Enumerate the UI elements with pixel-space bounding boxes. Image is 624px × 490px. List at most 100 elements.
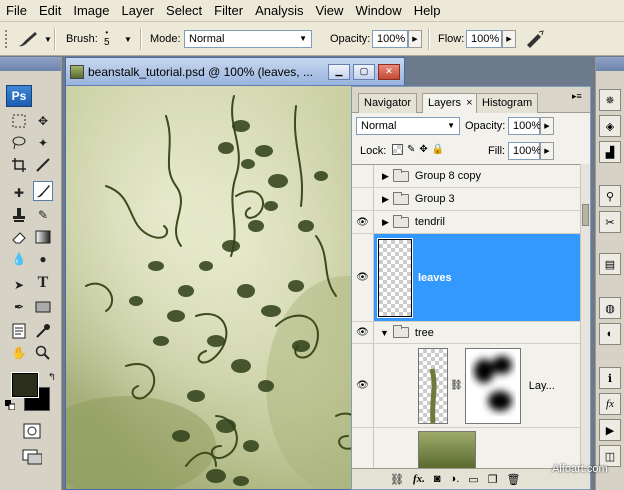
airbrush-toggle[interactable] bbox=[524, 22, 546, 56]
styles-icon[interactable]: fx bbox=[599, 393, 621, 415]
usb-icon[interactable]: ⚲ bbox=[599, 185, 621, 207]
actions-icon[interactable]: ▶ bbox=[599, 419, 621, 441]
layer-row-background[interactable] bbox=[352, 428, 582, 468]
path-selection-tool-icon[interactable]: ➤ bbox=[9, 275, 29, 295]
visibility-toggle[interactable] bbox=[352, 188, 374, 210]
eye-icon[interactable]: 👁 bbox=[352, 234, 374, 321]
tools-icon[interactable]: ✂ bbox=[599, 211, 621, 233]
histogram-icon[interactable]: ▟ bbox=[599, 141, 621, 163]
layer-opacity-input[interactable]: 100% bbox=[508, 117, 541, 135]
menu-help[interactable]: Help bbox=[408, 0, 447, 22]
layer-row-group-3[interactable]: ▶ Group 3 bbox=[352, 188, 582, 211]
maximize-button[interactable]: ▢ bbox=[353, 63, 375, 80]
document-title-bar[interactable]: beanstalk_tutorial.psd @ 100% (leaves, .… bbox=[66, 58, 404, 86]
eye-icon[interactable]: 👁 bbox=[352, 344, 374, 427]
dodge-tool-icon[interactable]: ● bbox=[33, 249, 53, 269]
default-colors-icon[interactable] bbox=[4, 399, 16, 411]
navigator-icon[interactable]: ✵ bbox=[599, 89, 621, 111]
eye-icon[interactable]: 👁 bbox=[352, 211, 374, 233]
close-button[interactable]: ✕ bbox=[378, 63, 400, 80]
move-tool-icon[interactable]: ✥ bbox=[33, 111, 53, 131]
tab-close-icon[interactable]: × bbox=[466, 97, 472, 109]
lasso-tool-icon[interactable] bbox=[9, 133, 29, 153]
clone-stamp-tool-icon[interactable] bbox=[9, 205, 29, 225]
flow-slider-button[interactable]: ▶ bbox=[502, 30, 516, 48]
panel-menu-icon[interactable]: ▸≡ bbox=[572, 91, 582, 102]
minimize-button[interactable]: ▁ bbox=[328, 63, 350, 80]
tab-layers[interactable]: Layers × bbox=[422, 93, 479, 113]
fill-slider-button[interactable]: ▶ bbox=[540, 142, 554, 160]
history-brush-tool-icon[interactable]: ✎ bbox=[33, 205, 53, 225]
scrollbar-thumb[interactable] bbox=[582, 204, 589, 226]
magic-wand-tool-icon[interactable]: ✦ bbox=[33, 133, 53, 153]
layer-style-icon[interactable]: fx. bbox=[413, 473, 425, 485]
menu-select[interactable]: Select bbox=[160, 0, 208, 22]
new-group-icon[interactable]: ▭ bbox=[468, 473, 478, 486]
add-mask-icon[interactable]: ◙ bbox=[434, 473, 441, 485]
menu-edit[interactable]: Edit bbox=[33, 0, 67, 22]
delete-layer-icon[interactable]: 🗑 bbox=[507, 473, 521, 486]
layer-list-scrollbar[interactable] bbox=[580, 164, 590, 468]
visibility-toggle[interactable] bbox=[352, 428, 374, 468]
healing-brush-tool-icon[interactable]: ✚ bbox=[9, 183, 29, 203]
menu-view[interactable]: View bbox=[309, 0, 349, 22]
eyedropper-tool-icon[interactable] bbox=[33, 321, 53, 341]
opacity-input[interactable]: 100% bbox=[372, 30, 408, 48]
marquee-tool-icon[interactable] bbox=[9, 111, 29, 131]
lock-all-icon[interactable]: 🔒 bbox=[432, 144, 444, 155]
brush-tool-icon[interactable] bbox=[33, 181, 53, 201]
menu-layer[interactable]: Layer bbox=[116, 0, 161, 22]
flow-input[interactable]: 100% bbox=[466, 30, 502, 48]
menu-analysis[interactable]: Analysis bbox=[249, 0, 309, 22]
slice-tool-icon[interactable] bbox=[33, 155, 53, 175]
hand-tool-icon[interactable]: ✋ bbox=[9, 343, 29, 363]
collapse-arrow-icon[interactable]: ▼ bbox=[380, 328, 389, 338]
info-panel-icon[interactable]: ▤ bbox=[599, 253, 621, 275]
blend-mode-select[interactable]: Normal ▼ bbox=[356, 117, 460, 135]
expand-arrow-icon[interactable]: ▶ bbox=[382, 171, 389, 182]
menu-window[interactable]: Window bbox=[349, 0, 407, 22]
visibility-toggle[interactable] bbox=[352, 165, 374, 187]
tab-histogram[interactable]: Histogram bbox=[476, 93, 539, 113]
swap-colors-icon[interactable]: ↰ bbox=[42, 367, 62, 387]
menu-image[interactable]: Image bbox=[67, 0, 115, 22]
type-tool-icon[interactable]: T bbox=[33, 273, 53, 293]
expand-arrow-icon[interactable]: ▶ bbox=[382, 217, 389, 228]
link-icon[interactable]: ⛓ bbox=[450, 380, 463, 391]
foreground-color-swatch[interactable] bbox=[11, 372, 39, 398]
layer-opacity-slider-button[interactable]: ▶ bbox=[540, 117, 554, 135]
expand-arrow-icon[interactable]: ▶ bbox=[382, 194, 389, 205]
brush-size-picker[interactable]: • 5 bbox=[104, 22, 110, 56]
info-icon[interactable]: ℹ bbox=[599, 367, 621, 389]
screen-mode-icon[interactable] bbox=[22, 447, 42, 467]
layers-icon[interactable]: ◈ bbox=[599, 115, 621, 137]
tool-preset-picker[interactable]: ▼ bbox=[16, 22, 52, 56]
layer-row-tree[interactable]: 👁 ▼ tree bbox=[352, 322, 582, 344]
layer-row-tendril[interactable]: 👁 ▶ tendril bbox=[352, 211, 582, 234]
opacity-slider-button[interactable]: ▶ bbox=[408, 30, 422, 48]
gradient-tool-icon[interactable] bbox=[33, 227, 53, 247]
fill-input[interactable]: 100% bbox=[508, 142, 541, 160]
shape-tool-icon[interactable] bbox=[33, 297, 53, 317]
color-wheel-icon[interactable]: ◍ bbox=[599, 297, 621, 319]
mode-select[interactable]: Normal ▼ bbox=[184, 30, 312, 48]
link-layers-icon[interactable]: ⛓ bbox=[390, 473, 404, 486]
pen-tool-icon[interactable]: ✒ bbox=[9, 297, 29, 317]
toolbox-grip[interactable] bbox=[0, 57, 61, 71]
eraser-tool-icon[interactable] bbox=[9, 227, 29, 247]
blur-tool-icon[interactable]: 💧 bbox=[9, 249, 29, 269]
menu-filter[interactable]: Filter bbox=[208, 0, 249, 22]
tab-navigator[interactable]: Navigator bbox=[358, 93, 418, 113]
brush-dropdown-arrow[interactable]: ▼ bbox=[124, 22, 132, 56]
lock-transparency-icon[interactable] bbox=[392, 144, 403, 155]
adjustment-layer-icon[interactable]: ◑. bbox=[450, 473, 460, 485]
dock-grip[interactable] bbox=[596, 57, 624, 71]
layer-row-masked[interactable]: 👁 ⛓ Lay... bbox=[352, 344, 582, 428]
layer-row-group-8-copy[interactable]: ▶ Group 8 copy bbox=[352, 165, 582, 188]
layer-row-leaves[interactable]: 👁 leaves bbox=[352, 234, 582, 322]
crop-tool-icon[interactable] bbox=[9, 155, 29, 175]
eye-icon[interactable]: 👁 bbox=[352, 322, 374, 343]
quick-mask-icon[interactable] bbox=[22, 421, 42, 441]
menu-file[interactable]: File bbox=[0, 0, 33, 22]
lock-image-icon[interactable]: ✎ bbox=[407, 144, 415, 155]
